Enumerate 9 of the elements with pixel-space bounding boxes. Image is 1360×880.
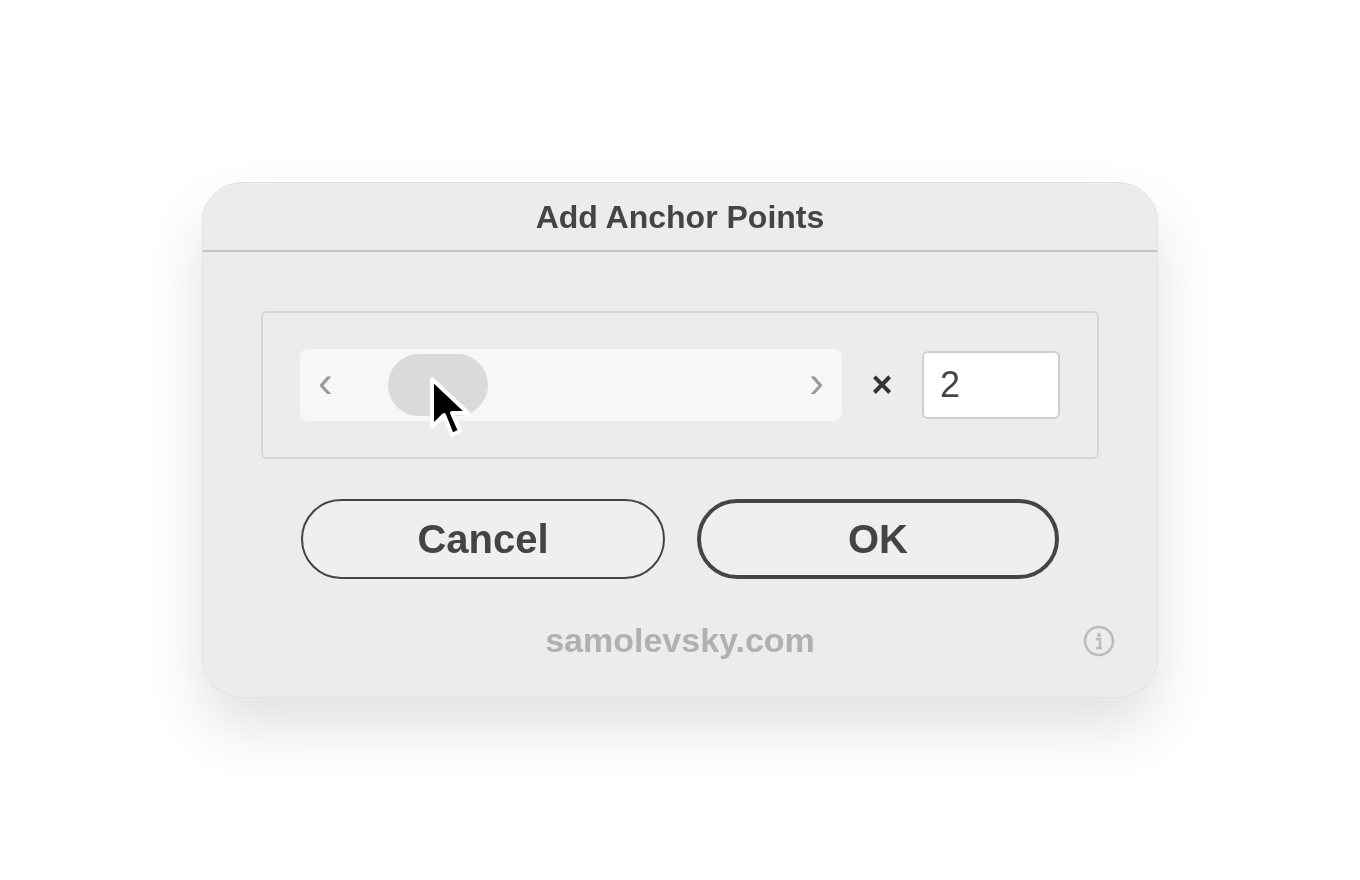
ok-button[interactable]: OK <box>697 499 1059 579</box>
info-icon[interactable] <box>1083 625 1115 657</box>
cancel-button[interactable]: Cancel <box>301 499 665 579</box>
footer-link[interactable]: samolevsky.com <box>545 615 815 666</box>
next-arrow[interactable]: › <box>809 360 824 410</box>
multiplier-field[interactable]: 2 <box>922 351 1060 419</box>
dialog-title: Add Anchor Points <box>535 197 825 237</box>
multiply-sign: × <box>870 363 894 407</box>
prev-arrow[interactable]: ‹ <box>318 360 333 410</box>
